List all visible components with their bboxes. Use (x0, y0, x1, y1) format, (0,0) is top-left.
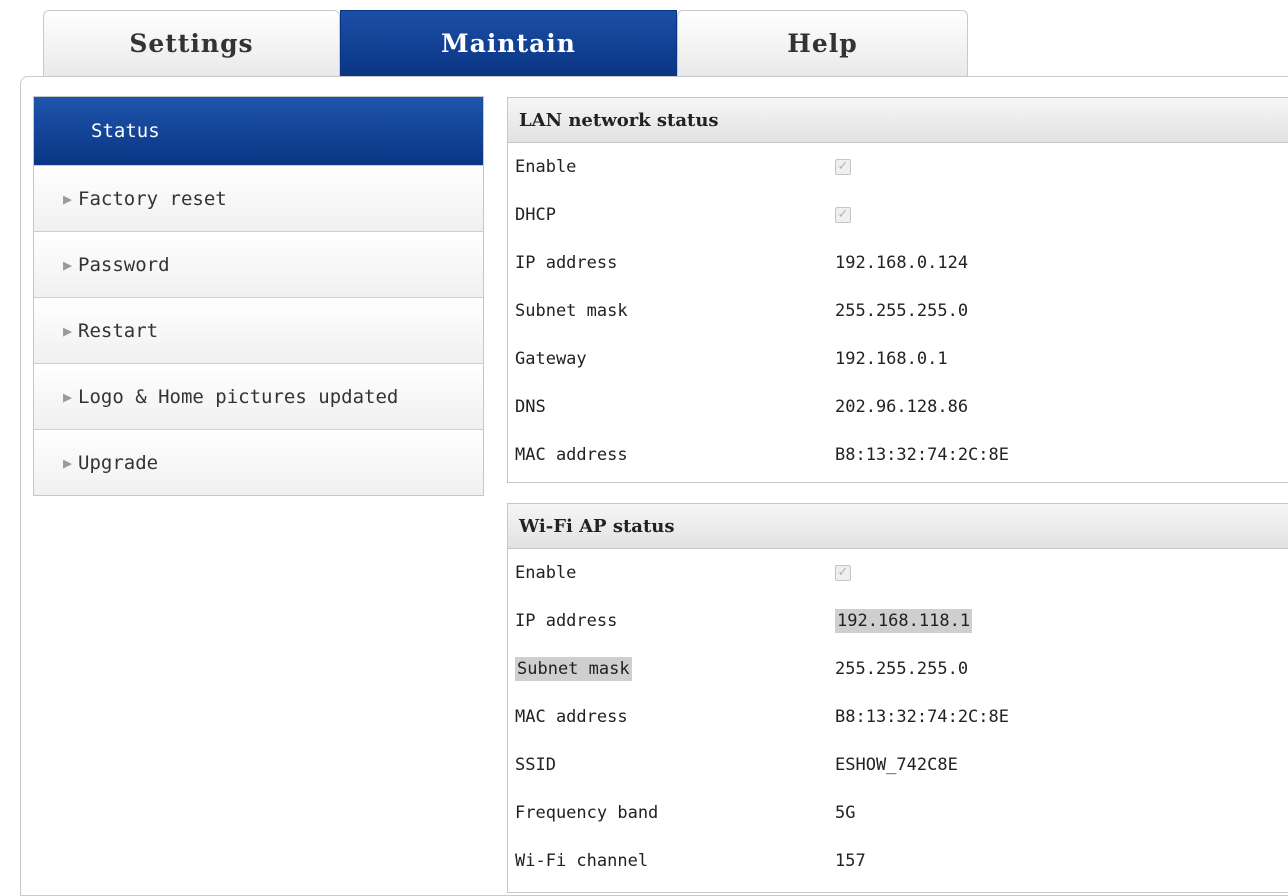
sidebar-item-upgrade[interactable]: ▶ Upgrade (34, 429, 483, 495)
lan-mac-row: MAC address B8:13:32:74:2C:8E (508, 431, 1288, 479)
tab-maintain[interactable]: Maintain (340, 10, 677, 76)
panel-title: LAN network status (508, 98, 1288, 143)
tab-settings[interactable]: Settings (43, 10, 340, 76)
sidebar-item-status[interactable]: Status (34, 97, 483, 165)
field-label: DHCP (515, 205, 556, 225)
field-value: 202.96.128.86 (835, 397, 969, 417)
field-value: 192.168.0.1 (835, 349, 948, 369)
field-label: Gateway (515, 349, 587, 369)
sidebar-item-label: Upgrade (78, 451, 159, 474)
field-label: DNS (515, 397, 546, 417)
lan-enable-row: Enable ✓ (508, 143, 1288, 191)
lan-ip-row: IP address 192.168.0.124 (508, 239, 1288, 287)
field-value: 192.168.0.124 (835, 253, 969, 273)
lan-dhcp-row: DHCP ✓ (508, 191, 1288, 239)
triangle-right-icon: ▶ (63, 453, 73, 472)
field-label: Enable (515, 157, 577, 177)
wifi-ap-status-panel: Wi-Fi AP status Enable ✓ IP address 192.… (507, 503, 1288, 893)
field-label: MAC address (515, 445, 628, 465)
lan-dhcp-checkbox: ✓ (835, 207, 851, 223)
field-label: IP address (515, 611, 618, 631)
field-label: SSID (515, 755, 556, 775)
lan-dns-row: DNS 202.96.128.86 (508, 383, 1288, 431)
wifi-enable-checkbox: ✓ (835, 565, 851, 581)
field-label: IP address (515, 253, 618, 273)
triangle-right-icon: ▶ (63, 321, 73, 340)
sidebar-item-logo-home-pictures[interactable]: ▶ Logo & Home pictures updated (34, 363, 483, 429)
sidebar-item-factory-reset[interactable]: ▶ Factory reset (34, 165, 483, 231)
sidebar-item-label: Logo & Home pictures updated (78, 385, 399, 408)
wifi-mac-row: MAC address B8:13:32:74:2C:8E (508, 693, 1288, 741)
sidebar-item-label: Factory reset (78, 187, 227, 210)
field-value: 255.255.255.0 (835, 301, 969, 321)
panel-title: Wi-Fi AP status (508, 504, 1288, 549)
lan-gateway-row: Gateway 192.168.0.1 (508, 335, 1288, 383)
field-label: Enable (515, 563, 577, 583)
field-label: MAC address (515, 707, 628, 727)
field-label: Subnet mask (515, 657, 632, 681)
field-value: 157 (835, 851, 866, 871)
triangle-right-icon: ▶ (63, 255, 73, 274)
triangle-right-icon: ▶ (63, 189, 73, 208)
wifi-band-row: Frequency band 5G (508, 789, 1288, 837)
wifi-enable-row: Enable ✓ (508, 549, 1288, 597)
lan-status-panel: LAN network status Enable ✓ DHCP ✓ IP ad… (507, 97, 1288, 483)
field-value: 192.168.118.1 (835, 609, 973, 633)
field-value: ESHOW_742C8E (835, 755, 958, 775)
wifi-subnet-row: Subnet mask 255.255.255.0 (508, 645, 1288, 693)
field-value: 5G (835, 803, 856, 823)
sidebar-item-password[interactable]: ▶ Password (34, 231, 483, 297)
sidebar-item-restart[interactable]: ▶ Restart (34, 297, 483, 363)
sidebar-item-label: Password (78, 253, 170, 276)
field-label: Subnet mask (515, 301, 628, 321)
triangle-right-icon: ▶ (63, 387, 73, 406)
top-tab-bar: Settings Maintain Help (0, 0, 1288, 78)
wifi-channel-row: Wi-Fi channel 157 (508, 837, 1288, 885)
wifi-ssid-row: SSID ESHOW_742C8E (508, 741, 1288, 789)
sidebar-item-label: Restart (78, 319, 159, 342)
field-label: Frequency band (515, 803, 659, 823)
sidebar-item-label: Status (91, 120, 160, 142)
wifi-ip-row: IP address 192.168.118.1 (508, 597, 1288, 645)
field-value: 255.255.255.0 (835, 659, 969, 679)
lan-subnet-row: Subnet mask 255.255.255.0 (508, 287, 1288, 335)
field-value: B8:13:32:74:2C:8E (835, 445, 1009, 465)
sidebar-menu: Status ▶ Factory reset ▶ Password ▶ Rest… (33, 96, 484, 496)
tab-help[interactable]: Help (677, 10, 968, 76)
lan-enable-checkbox: ✓ (835, 159, 851, 175)
field-value: B8:13:32:74:2C:8E (835, 707, 1009, 727)
field-label: Wi-Fi channel (515, 851, 649, 871)
